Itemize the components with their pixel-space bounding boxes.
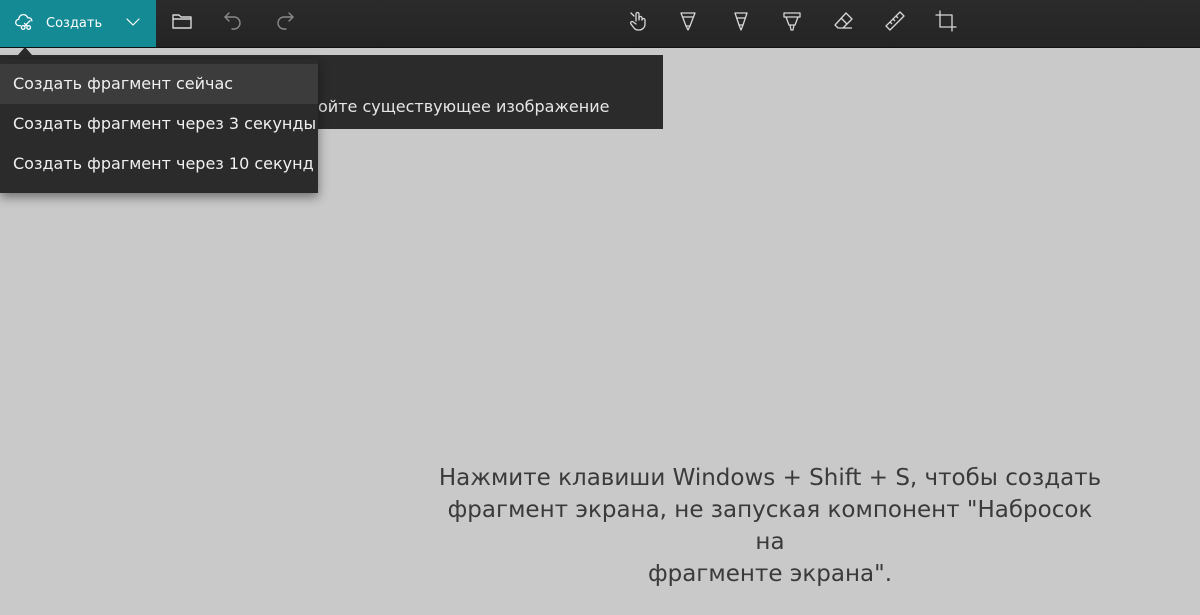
folder-icon — [170, 9, 194, 37]
hint-line-1: Нажмите клавиши Windows + Shift + S, что… — [438, 465, 1102, 491]
shortcut-hint: Нажмите клавиши Windows + Shift + S, что… — [430, 462, 1110, 590]
ballpoint-pen-icon — [676, 9, 700, 37]
hint-line-2: фрагмент экрана, не запуская компонент "… — [447, 497, 1093, 555]
crop-icon — [934, 9, 958, 37]
menu-item-snip-10-seconds[interactable]: Создать фрагмент через 10 секунд — [0, 144, 318, 184]
eraser-icon — [832, 9, 856, 37]
tooltip-text: ойте существующее изображение — [318, 97, 610, 116]
redo-button[interactable] — [271, 9, 299, 37]
create-dropdown-menu: Создать фрагмент сейчас Создать фрагмент… — [0, 59, 318, 193]
touch-writing-icon — [627, 9, 651, 37]
redo-icon — [273, 9, 297, 37]
toolbar: Создать — [0, 0, 1200, 48]
touch-writing-button[interactable] — [625, 9, 653, 37]
undo-icon — [221, 9, 245, 37]
scissors-cloud-icon — [14, 11, 36, 37]
create-dropdown-toggle[interactable] — [110, 0, 156, 47]
undo-button[interactable] — [219, 9, 247, 37]
menu-item-snip-now[interactable]: Создать фрагмент сейчас — [0, 64, 318, 104]
dropdown-caret — [18, 47, 32, 55]
crop-button[interactable] — [932, 9, 960, 37]
highlighter-button[interactable] — [778, 9, 806, 37]
eraser-button[interactable] — [830, 9, 858, 37]
pencil-button[interactable] — [727, 9, 755, 37]
create-button-label: Создать — [46, 16, 103, 31]
menu-item-snip-3-seconds[interactable]: Создать фрагмент через 3 секунды — [0, 104, 318, 144]
ruler-button[interactable] — [881, 9, 909, 37]
ballpoint-pen-button[interactable] — [674, 9, 702, 37]
chevron-down-icon — [124, 13, 142, 35]
pencil-icon — [729, 9, 753, 37]
highlighter-icon — [780, 9, 804, 37]
open-file-button[interactable] — [168, 9, 196, 37]
create-button[interactable]: Создать — [0, 0, 110, 47]
create-split-button[interactable]: Создать — [0, 0, 156, 47]
hint-line-3: фрагменте экрана". — [647, 561, 893, 587]
ruler-icon — [883, 9, 907, 37]
